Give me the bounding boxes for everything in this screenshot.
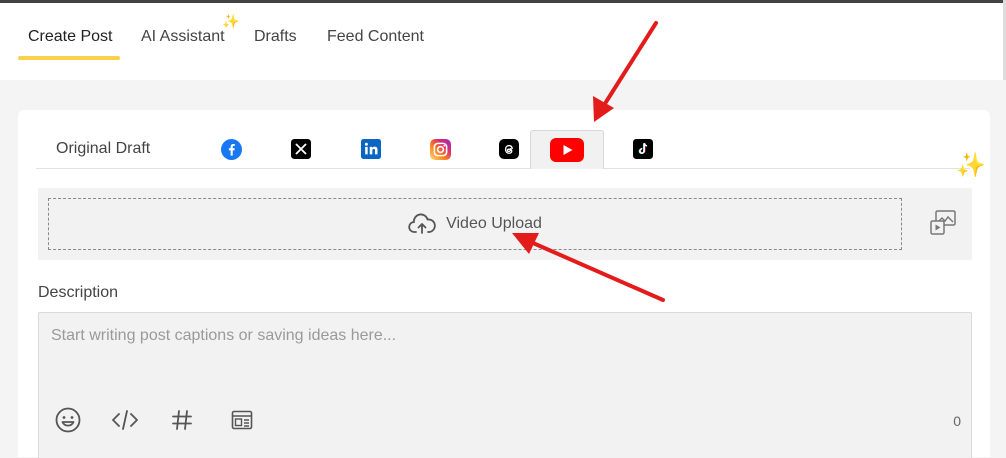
facebook-icon [220,138,242,160]
window-top-border [0,0,1006,3]
threads-icon [498,138,520,160]
tab-ai-assistant[interactable]: AI Assistant [141,28,225,46]
code-button[interactable] [110,405,140,435]
linkedin-icon [360,138,382,160]
emoji-button[interactable] [53,405,83,435]
tab-tiktok[interactable] [632,130,654,168]
media-library-button[interactable] [928,208,958,238]
tab-linkedin[interactable] [360,130,382,168]
video-upload-label: Video Upload [446,215,542,232]
tab-drafts[interactable]: Drafts [254,28,297,46]
template-icon [231,410,253,430]
tab-x[interactable] [290,130,312,168]
top-nav-bar: Create Post AI Assistant ✨ Drafts Feed C… [0,0,1006,80]
tiktok-icon [632,138,654,160]
tab-original-draft[interactable]: Original Draft [56,130,150,168]
tab-instagram[interactable] [429,130,451,168]
description-label: Description [38,284,119,301]
template-button[interactable] [227,405,257,435]
description-editor: 0 [38,312,972,458]
emoji-icon [55,407,81,433]
platform-tabs: Original Draft ✨ [36,130,986,179]
youtube-icon [550,138,584,162]
cloud-upload-icon [408,213,436,234]
post-editor-card: Original Draft ✨ Video Upload Descriptio… [18,110,990,458]
character-count: 0 [953,413,961,429]
upload-area: Video Upload [38,188,972,260]
ai-sparkle-button[interactable]: ✨ [956,151,986,180]
tab-facebook[interactable] [220,130,242,168]
x-icon [290,138,312,160]
media-library-icon [930,210,956,235]
active-tab-underline [18,56,120,60]
code-icon [112,410,138,430]
hashtag-icon [172,410,192,430]
tab-threads[interactable] [498,130,520,168]
hashtag-button[interactable] [167,405,197,435]
description-input[interactable] [49,325,953,389]
instagram-icon [429,138,451,160]
tab-create-post[interactable]: Create Post [28,28,112,46]
video-upload-dropzone[interactable]: Video Upload [48,198,902,250]
tab-youtube[interactable] [530,130,604,169]
tab-feed-content[interactable]: Feed Content [327,28,424,46]
sparkle-icon: ✨ [222,13,240,29]
